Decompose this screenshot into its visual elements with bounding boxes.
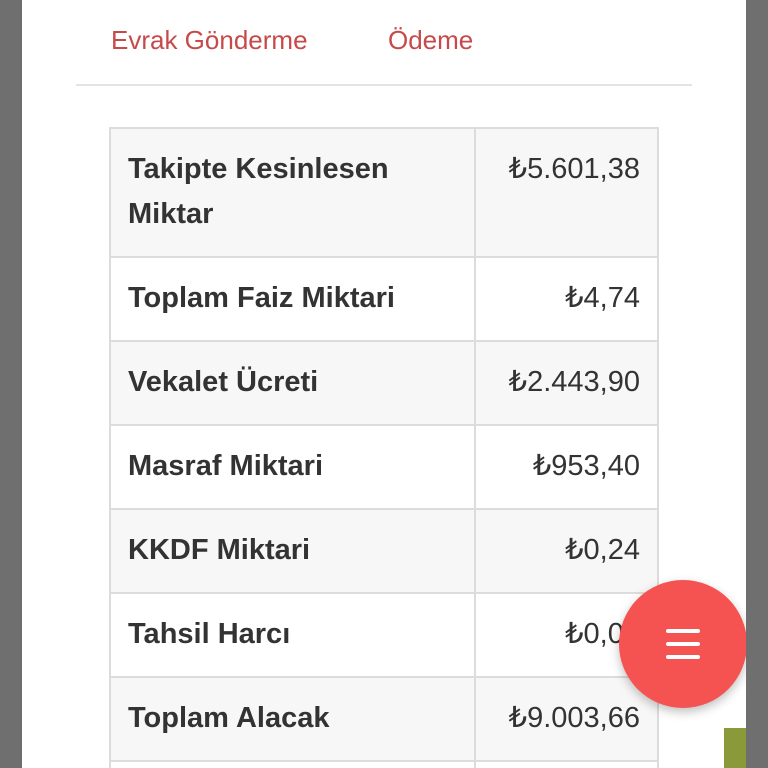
row-value: ₺5.601,38 — [474, 127, 659, 258]
edge-accent — [724, 728, 746, 768]
row-value — [474, 760, 659, 768]
row-value: ₺4,74 — [474, 256, 659, 342]
row-label: Tahsil Harcı — [109, 592, 476, 678]
row-label: KKDF Miktari — [109, 508, 476, 594]
page-frame: Evrak Gönderme Ödeme Takipte Kesinlesen … — [22, 0, 746, 768]
table-row: KKDF Miktari ₺0,24 — [109, 508, 659, 594]
tab-bar: Evrak Gönderme Ödeme — [76, 0, 692, 86]
tab-odeme[interactable]: Ödeme — [388, 22, 473, 58]
menu-fab-button[interactable] — [619, 580, 746, 708]
table-row: Takipte Kesinlesen Miktar ₺5.601,38 — [109, 127, 659, 258]
row-label: Vekalet Ücreti — [109, 340, 476, 426]
row-label: Toplam Alacak — [109, 676, 476, 762]
row-value: ₺953,40 — [474, 424, 659, 510]
table-row: Masraf Miktari ₺953,40 — [109, 424, 659, 510]
table-row — [109, 760, 659, 768]
row-value: ₺9.003,66 — [474, 676, 659, 762]
table-row: Tahsil Harcı ₺0,00 — [109, 592, 659, 678]
table-row: Toplam Alacak ₺9.003,66 — [109, 676, 659, 762]
row-value: ₺2.443,90 — [474, 340, 659, 426]
row-label: Masraf Miktari — [109, 424, 476, 510]
row-label — [109, 760, 476, 768]
table-row: Vekalet Ücreti ₺2.443,90 — [109, 340, 659, 426]
summary-table-container: Takipte Kesinlesen Miktar ₺5.601,38 Topl… — [109, 127, 659, 768]
tab-evrak-gonderme[interactable]: Evrak Gönderme — [111, 22, 308, 58]
row-label: Takipte Kesinlesen Miktar — [109, 127, 476, 258]
row-value: ₺0,24 — [474, 508, 659, 594]
row-label: Toplam Faiz Miktari — [109, 256, 476, 342]
summary-table: Takipte Kesinlesen Miktar ₺5.601,38 Topl… — [109, 127, 659, 768]
table-row: Toplam Faiz Miktari ₺4,74 — [109, 256, 659, 342]
